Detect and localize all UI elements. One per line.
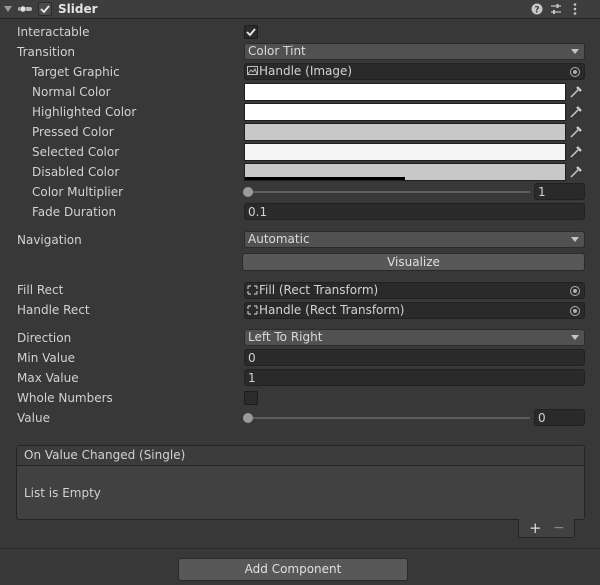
transition-label: Transition <box>17 45 76 59</box>
event-title: On Value Changed (Single) <box>24 448 186 462</box>
color-multiplier-knob[interactable] <box>243 187 253 197</box>
disabled-color-label: Disabled Color <box>32 165 120 179</box>
chevron-down-icon[interactable] <box>4 5 12 13</box>
checkmark-icon <box>40 5 50 14</box>
value-label: Value <box>17 411 50 425</box>
interactable-checkbox[interactable] <box>244 25 258 39</box>
event-list-controls: + − <box>518 519 575 538</box>
dropdown-arrow-icon <box>571 335 579 340</box>
navigation-dropdown[interactable]: Automatic <box>244 231 585 248</box>
slider-script-icon <box>18 5 32 13</box>
visualize-button[interactable]: Visualize <box>242 253 585 271</box>
selected-color-swatch[interactable] <box>244 143 566 161</box>
value-slider-track[interactable] <box>248 417 530 419</box>
target-graphic-label: Target Graphic <box>32 65 120 79</box>
whole-numbers-label: Whole Numbers <box>17 391 113 405</box>
add-component-button[interactable]: Add Component <box>178 558 408 581</box>
component-enabled-checkbox[interactable] <box>38 2 52 16</box>
target-graphic-value: Handle (Image) <box>259 64 353 78</box>
handle-rect-value: Handle (Rect Transform) <box>259 303 405 317</box>
remove-listener-button[interactable]: − <box>553 519 565 537</box>
disabled-color-swatch[interactable] <box>244 163 566 181</box>
eyedropper-icon[interactable] <box>567 163 585 181</box>
direction-dropdown[interactable]: Left To Right <box>244 329 585 346</box>
handle-rect-field[interactable]: Handle (Rect Transform) <box>244 302 585 319</box>
image-icon <box>247 66 258 75</box>
value-slider-knob[interactable] <box>243 413 253 423</box>
color-multiplier-field[interactable]: 1 <box>534 183 585 200</box>
eyedropper-icon[interactable] <box>567 83 585 101</box>
checkmark-icon <box>246 28 256 37</box>
svg-text:?: ? <box>534 6 539 16</box>
dropdown-arrow-icon <box>571 49 579 54</box>
help-icon[interactable]: ? <box>531 3 543 15</box>
min-value-field[interactable]: 0 <box>244 349 585 366</box>
highlighted-color-label: Highlighted Color <box>32 105 137 119</box>
presets-icon[interactable] <box>550 3 562 15</box>
color-multiplier-track[interactable] <box>248 191 530 193</box>
rect-transform-icon <box>247 305 258 315</box>
object-picker-icon[interactable] <box>570 67 580 77</box>
dropdown-arrow-icon <box>571 237 579 242</box>
direction-value: Left To Right <box>248 330 323 344</box>
component-header: Slider ? <box>0 0 600 19</box>
eyedropper-icon[interactable] <box>567 123 585 141</box>
fade-duration-field[interactable]: 0.1 <box>244 203 585 220</box>
navigation-value: Automatic <box>248 232 310 246</box>
highlighted-color-swatch[interactable] <box>244 103 566 121</box>
whole-numbers-checkbox[interactable] <box>244 391 258 405</box>
handle-rect-label: Handle Rect <box>17 303 90 317</box>
interactable-label: Interactable <box>17 25 90 39</box>
pressed-color-label: Pressed Color <box>32 125 114 139</box>
max-value-field[interactable]: 1 <box>244 369 585 386</box>
event-header: On Value Changed (Single) <box>17 446 584 466</box>
navigation-label: Navigation <box>17 233 82 247</box>
rect-transform-icon <box>247 285 258 295</box>
normal-color-swatch[interactable] <box>244 83 566 101</box>
target-graphic-field[interactable]: Handle (Image) <box>244 63 585 80</box>
eyedropper-icon[interactable] <box>567 143 585 161</box>
alpha-bar <box>245 177 405 180</box>
direction-label: Direction <box>17 331 72 345</box>
value-field[interactable]: 0 <box>534 409 585 426</box>
fill-rect-value: Fill (Rect Transform) <box>259 283 379 297</box>
normal-color-label: Normal Color <box>32 85 111 99</box>
pressed-color-swatch[interactable] <box>244 123 566 141</box>
transition-value: Color Tint <box>248 44 306 58</box>
color-multiplier-label: Color Multiplier <box>32 185 124 199</box>
eyedropper-icon[interactable] <box>567 103 585 121</box>
selected-color-label: Selected Color <box>32 145 120 159</box>
list-empty-text: List is Empty <box>24 486 101 500</box>
fill-rect-field[interactable]: Fill (Rect Transform) <box>244 282 585 299</box>
fade-duration-label: Fade Duration <box>32 205 117 219</box>
on-value-changed-event: On Value Changed (Single) List is Empty <box>16 445 585 520</box>
add-listener-button[interactable]: + <box>529 519 542 537</box>
component-title: Slider <box>58 2 98 16</box>
transition-dropdown[interactable]: Color Tint <box>244 43 585 60</box>
kebab-menu-icon[interactable] <box>572 2 578 16</box>
fill-rect-label: Fill Rect <box>17 283 64 297</box>
object-picker-icon[interactable] <box>570 306 580 316</box>
object-picker-icon[interactable] <box>570 286 580 296</box>
max-value-label: Max Value <box>17 371 79 385</box>
min-value-label: Min Value <box>17 351 76 365</box>
